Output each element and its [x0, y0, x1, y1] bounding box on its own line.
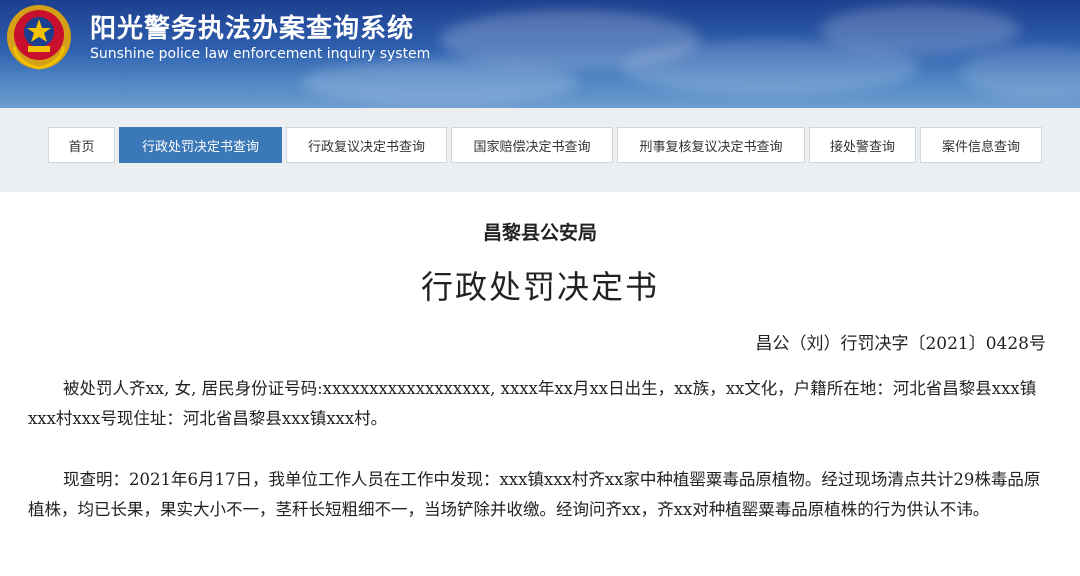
police-emblem-icon: [7, 5, 71, 70]
nav-case-info-query[interactable]: 案件信息查询: [920, 127, 1042, 163]
issuing-agency: 昌黎县公安局: [482, 222, 597, 244]
document-number: 昌公（刘）行罚决字〔2021〕0428号: [755, 334, 1046, 354]
site-title: 阳光警务执法办案查询系统: [90, 14, 415, 44]
header-banner: 阳光警务执法办案查询系统 Sunshine police law enforce…: [0, 0, 1080, 108]
decision-document: 昌黎县公安局 行政处罚决定书 昌公（刘）行罚决字〔2021〕0428号 被处罚人…: [0, 192, 1080, 576]
findings-paragraph: 现查明：2021年6月17日，我单位工作人员在工作中发现：xxx镇xxx村齐xx…: [28, 470, 1041, 519]
banner-cloud: [960, 45, 1080, 100]
penalized-person-paragraph: 被处罚人齐xx, 女, 居民身份证号码:xxxxxxxxxxxxxxxxxx, …: [28, 379, 1037, 428]
document-title: 行政处罚决定书: [420, 268, 659, 306]
banner-cloud: [300, 60, 580, 105]
site-subtitle: Sunshine police law enforcement inquiry …: [90, 46, 431, 62]
nav-admin-review-query[interactable]: 行政复议决定书查询: [286, 127, 447, 163]
nav-police-dispatch-query[interactable]: 接处警查询: [809, 127, 916, 163]
banner-cloud: [820, 5, 1020, 55]
nav-state-compensation-query[interactable]: 国家赔偿决定书查询: [451, 127, 613, 163]
nav-home[interactable]: 首页: [48, 127, 115, 163]
nav-criminal-review-query[interactable]: 刑事复核复议决定书查询: [617, 127, 805, 163]
nav-admin-penalty-query[interactable]: 行政处罚决定书查询: [119, 127, 282, 163]
main-nav: 首页 行政处罚决定书查询 行政复议决定书查询 国家赔偿决定书查询 刑事复核复议决…: [0, 108, 1080, 192]
